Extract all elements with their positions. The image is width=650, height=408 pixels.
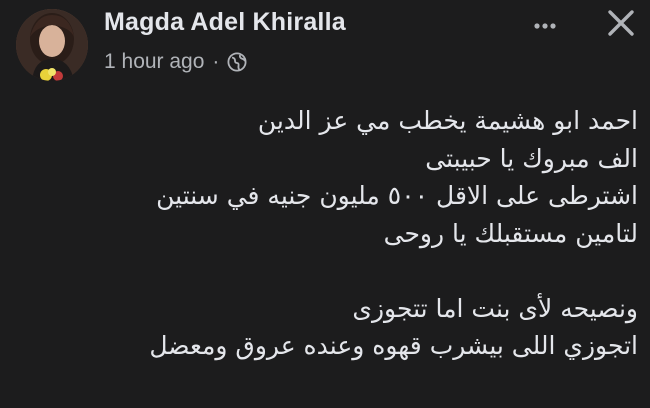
post-message: احمد ابو هشيمة يخطب مي عز الدين الف مبرو… [38,102,638,365]
meta-separator: · [212,50,220,73]
timestamp[interactable]: 1 hour ago [104,50,204,74]
post-card: Magda Adel Khiralla 1 hour ago · احمد اب… [0,0,650,408]
message-line: اشترطى على الاقل ٥٠٠ مليون جنيه في سنتين [156,181,638,210]
avatar[interactable] [16,9,88,81]
message-line: ونصيحه لأى بنت اما تتجوزى [352,293,638,323]
more-options-icon[interactable] [530,14,560,38]
author-name[interactable]: Magda Adel Khiralla [104,8,346,37]
message-line: احمد ابو هشيمة يخطب مي عز الدين [257,106,638,135]
message-line: الف مبروك يا حبيبتى [425,143,638,173]
message-line: اتجوزي اللى بيشرب قهوه وعنده عروق ومعضل [149,331,638,360]
avatar-photo [16,9,88,81]
message-line: لتامين مستقبلك يا روحى [383,218,638,248]
close-icon[interactable] [604,6,638,40]
post-meta: 1 hour ago · [104,50,247,74]
globe-icon[interactable] [227,52,247,72]
